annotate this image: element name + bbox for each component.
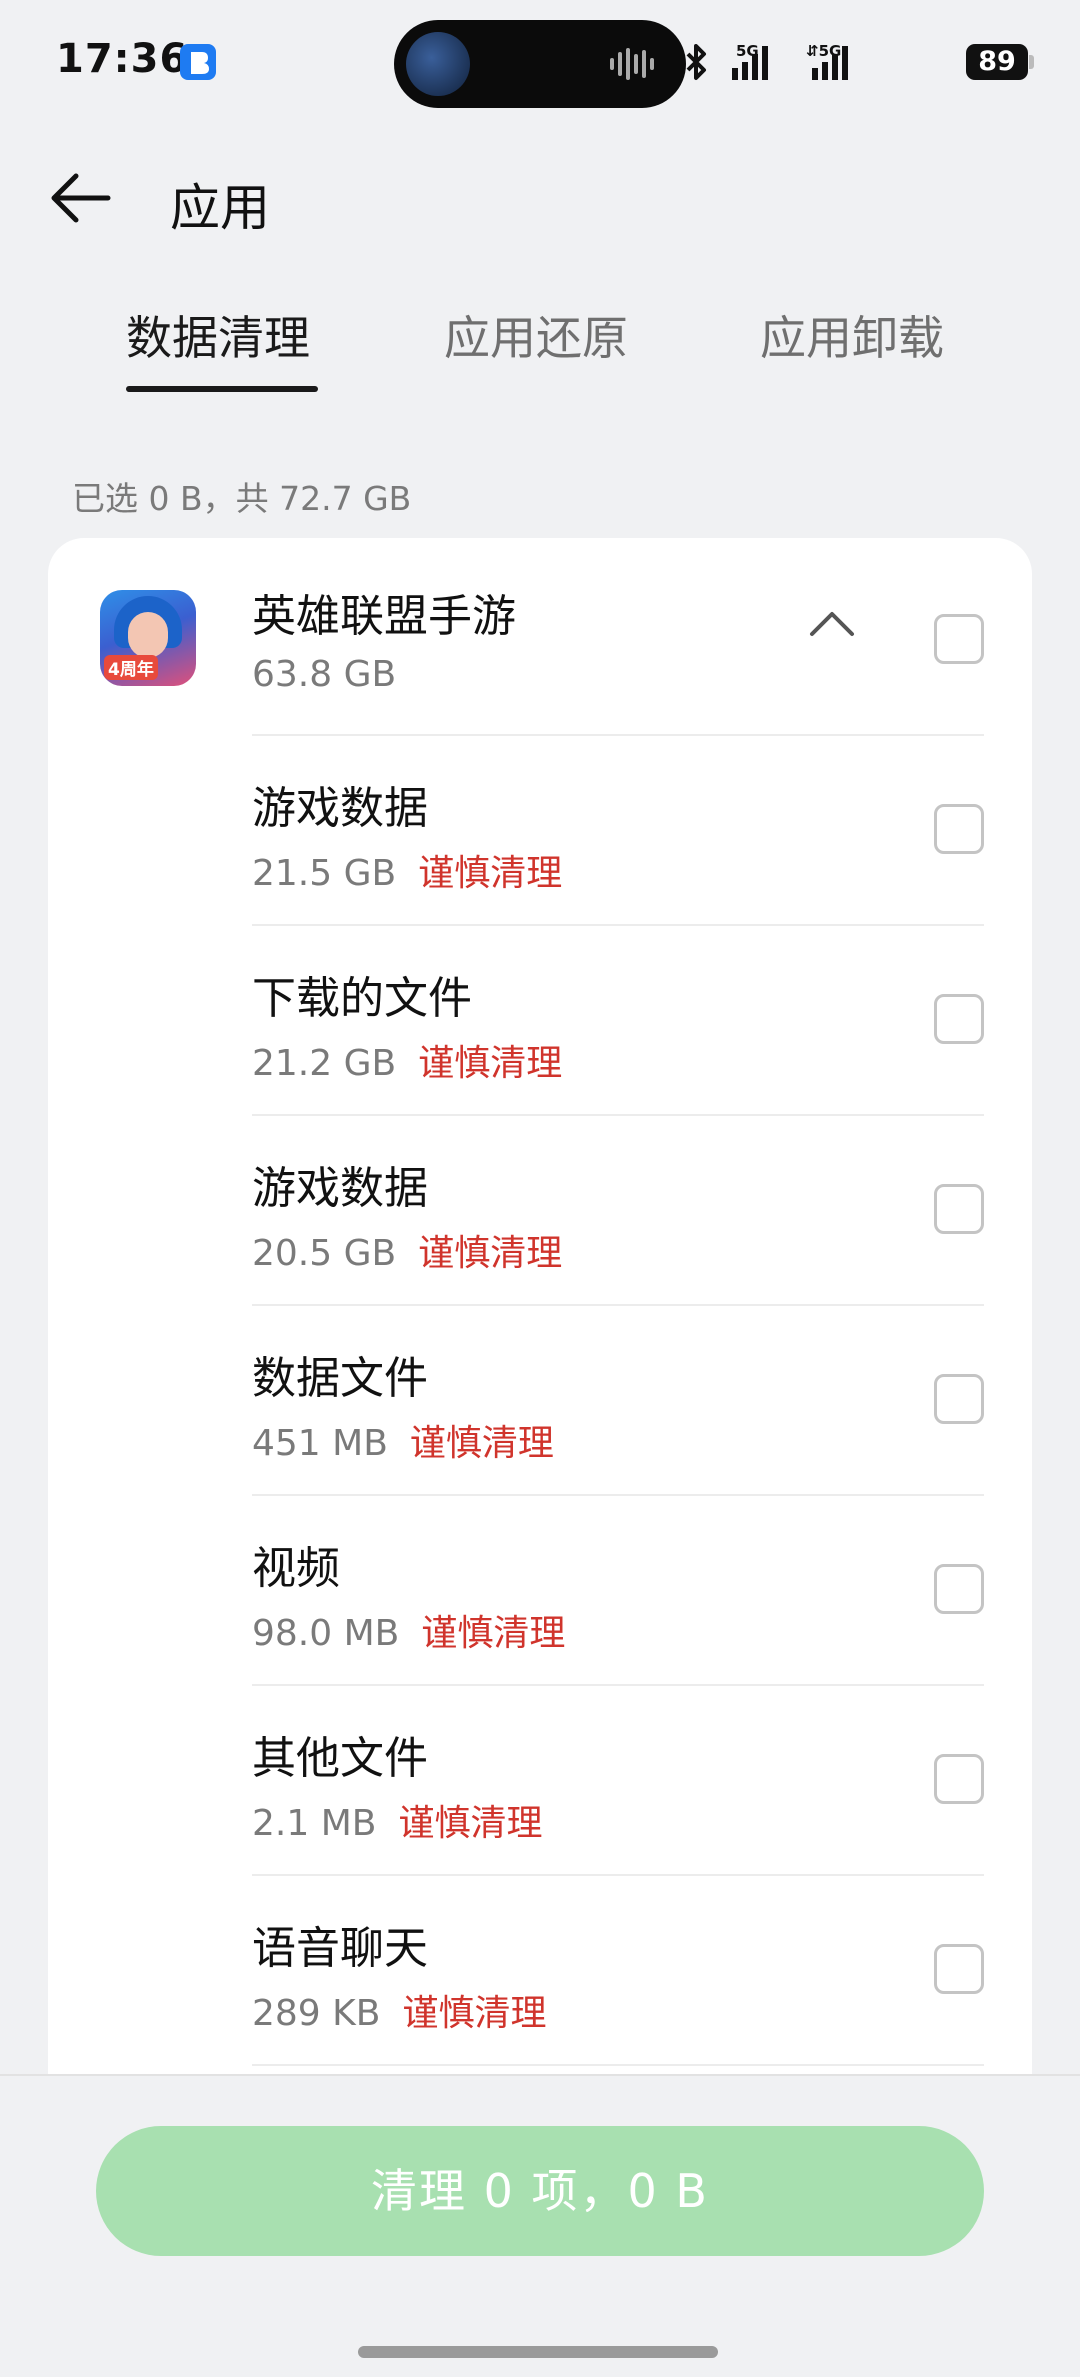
divider bbox=[252, 924, 984, 926]
media-artwork-icon bbox=[406, 32, 470, 96]
home-indicator[interactable] bbox=[358, 2346, 718, 2358]
signal-5g-icon: 5G bbox=[732, 42, 768, 80]
item-size: 21.5 GB bbox=[252, 853, 397, 894]
caution-label: 谨慎清理 bbox=[421, 1613, 566, 1654]
item-size: 20.5 GB bbox=[252, 1233, 397, 1274]
tab-app-restore[interactable]: 应用还原 bbox=[444, 302, 628, 368]
item-meta: 2.1 MB 谨慎清理 bbox=[252, 1794, 542, 1846]
battery-cap bbox=[1029, 55, 1034, 69]
battery-indicator: 89 bbox=[966, 44, 1028, 80]
caution-label: 谨慎清理 bbox=[409, 1423, 554, 1464]
divider bbox=[252, 1494, 984, 1496]
item-meta: 289 KB 谨慎清理 bbox=[252, 1984, 546, 2036]
clean-button[interactable]: 清理 0 项，0 B bbox=[96, 2126, 984, 2256]
divider bbox=[252, 2064, 984, 2066]
item-name: 数据文件 bbox=[252, 1353, 428, 1404]
bluetooth-icon bbox=[686, 44, 706, 80]
page-title: 应用 bbox=[170, 179, 270, 237]
item-size: 2.1 MB bbox=[252, 1803, 377, 1844]
app-data-card: 4周年 英雄联盟手游 63.8 GB 游戏数据 21.5 GB 谨慎清理 下载的文… bbox=[48, 538, 1032, 2078]
divider bbox=[252, 1114, 984, 1116]
dynamic-island[interactable] bbox=[394, 20, 686, 108]
app-name: 英雄联盟手游 bbox=[252, 591, 516, 642]
status-time: 17:36 bbox=[56, 36, 189, 82]
divider bbox=[252, 1304, 984, 1306]
caution-label: 谨慎清理 bbox=[402, 1993, 547, 2034]
item-checkbox[interactable] bbox=[934, 1184, 984, 1234]
item-meta: 451 MB 谨慎清理 bbox=[252, 1414, 554, 1466]
item-meta: 98.0 MB 谨慎清理 bbox=[252, 1604, 565, 1656]
status-bar: 17:36 5G ⇵5G 89 bbox=[0, 0, 1080, 128]
item-checkbox[interactable] bbox=[934, 1374, 984, 1424]
signal-5g-icon-2: ⇵5G bbox=[806, 42, 848, 80]
item-meta: 21.2 GB 谨慎清理 bbox=[252, 1034, 562, 1086]
item-name: 游戏数据 bbox=[252, 783, 428, 834]
app-icon-badge: 4周年 bbox=[104, 655, 158, 680]
tab-app-uninstall[interactable]: 应用卸载 bbox=[760, 302, 944, 368]
item-checkbox[interactable] bbox=[934, 1944, 984, 1994]
item-checkbox[interactable] bbox=[934, 994, 984, 1044]
divider bbox=[252, 1684, 984, 1686]
tab-data-cleanup[interactable]: 数据清理 bbox=[126, 302, 310, 368]
app-checkbox[interactable] bbox=[934, 614, 984, 664]
divider bbox=[252, 1874, 984, 1876]
caution-label: 谨慎清理 bbox=[418, 1043, 563, 1084]
item-checkbox[interactable] bbox=[934, 1564, 984, 1614]
item-size: 451 MB bbox=[252, 1423, 388, 1464]
divider bbox=[252, 734, 984, 736]
bottom-action-bar: 清理 0 项，0 B bbox=[0, 2074, 1080, 2377]
caution-label: 谨慎清理 bbox=[418, 853, 563, 894]
caution-label: 谨慎清理 bbox=[418, 1233, 563, 1274]
notification-app-icon bbox=[180, 44, 216, 80]
item-checkbox[interactable] bbox=[934, 804, 984, 854]
item-name: 语音聊天 bbox=[252, 1923, 428, 1974]
item-name: 下载的文件 bbox=[252, 973, 472, 1024]
item-meta: 21.5 GB 谨慎清理 bbox=[252, 844, 562, 896]
back-arrow-icon[interactable] bbox=[46, 162, 118, 234]
item-size: 289 KB bbox=[252, 1993, 381, 2034]
item-size: 21.2 GB bbox=[252, 1043, 397, 1084]
active-tab-indicator bbox=[126, 386, 318, 392]
item-name: 其他文件 bbox=[252, 1733, 428, 1784]
item-name: 游戏数据 bbox=[252, 1163, 428, 1214]
app-size: 63.8 GB bbox=[252, 654, 397, 695]
item-size: 98.0 MB bbox=[252, 1613, 400, 1654]
audio-wave-icon bbox=[610, 48, 654, 80]
item-meta: 20.5 GB 谨慎清理 bbox=[252, 1224, 562, 1276]
status-icons: 5G ⇵5G bbox=[680, 40, 950, 84]
app-icon: 4周年 bbox=[100, 590, 196, 686]
caution-label: 谨慎清理 bbox=[398, 1803, 543, 1844]
item-name: 视频 bbox=[252, 1543, 340, 1594]
chevron-up-icon[interactable] bbox=[806, 608, 858, 640]
selection-summary: 已选 0 B，共 72.7 GB bbox=[72, 479, 412, 518]
item-checkbox[interactable] bbox=[934, 1754, 984, 1804]
